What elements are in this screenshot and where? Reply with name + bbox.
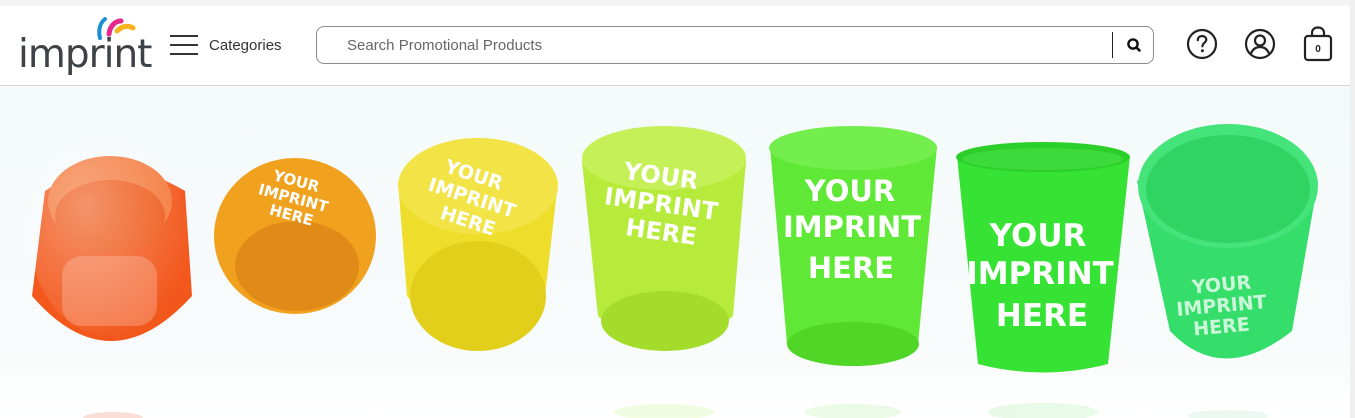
cup-yellow: YOUR IMPRINT HERE [398, 138, 558, 351]
question-circle-icon [1186, 28, 1218, 60]
search-input[interactable] [347, 35, 1107, 55]
categories-menu-button[interactable]: Categories [170, 30, 282, 60]
cup-green-print-line-1: YOUR [804, 174, 896, 208]
hamburger-icon [170, 34, 198, 56]
cup-green: YOUR IMPRINT HERE [769, 126, 937, 366]
page-scrollbar[interactable] [1350, 0, 1355, 418]
cup-green-print-line-2: IMPRINT [783, 210, 921, 244]
cart-count-badge: 0 [1315, 44, 1321, 55]
search-bar [316, 26, 1154, 64]
cup-reflections [83, 403, 1268, 418]
cup-mint: YOUR IMPRINT HERE [1137, 124, 1318, 359]
imprint-logo[interactable]: imprint [18, 16, 152, 78]
cup-amber: YOUR IMPRINT HERE [214, 158, 376, 314]
cart-button[interactable]: 0 [1300, 25, 1336, 63]
hero-banner: YOUR IMPRINT HERE YOUR IMPRINT HERE YOUR… [0, 86, 1355, 418]
cup-bright-green-print-line-2: IMPRINT [966, 256, 1114, 292]
user-circle-icon [1244, 28, 1276, 60]
hero-cups-image: YOUR IMPRINT HERE YOUR IMPRINT HERE YOUR… [30, 124, 1318, 418]
search-button[interactable] [1120, 32, 1148, 58]
cup-green-print-line-3: HERE [808, 251, 894, 285]
cup-bright-green: YOUR IMPRINT HERE [956, 142, 1130, 373]
categories-label: Categories [209, 36, 282, 54]
search-icon [1127, 38, 1141, 52]
cup-bright-green-print-line-3: HERE [996, 298, 1088, 334]
cup-orange [30, 136, 192, 341]
account-button[interactable] [1243, 27, 1277, 61]
logo-wordmark: imprint [18, 32, 152, 77]
cup-lime: YOUR IMPRINT HERE [582, 126, 746, 351]
search-divider [1112, 32, 1113, 58]
site-header: imprint Categories Search Promotional Pr… [0, 6, 1352, 86]
help-button[interactable] [1185, 27, 1219, 61]
cup-bright-green-print-line-1: YOUR [989, 218, 1087, 254]
